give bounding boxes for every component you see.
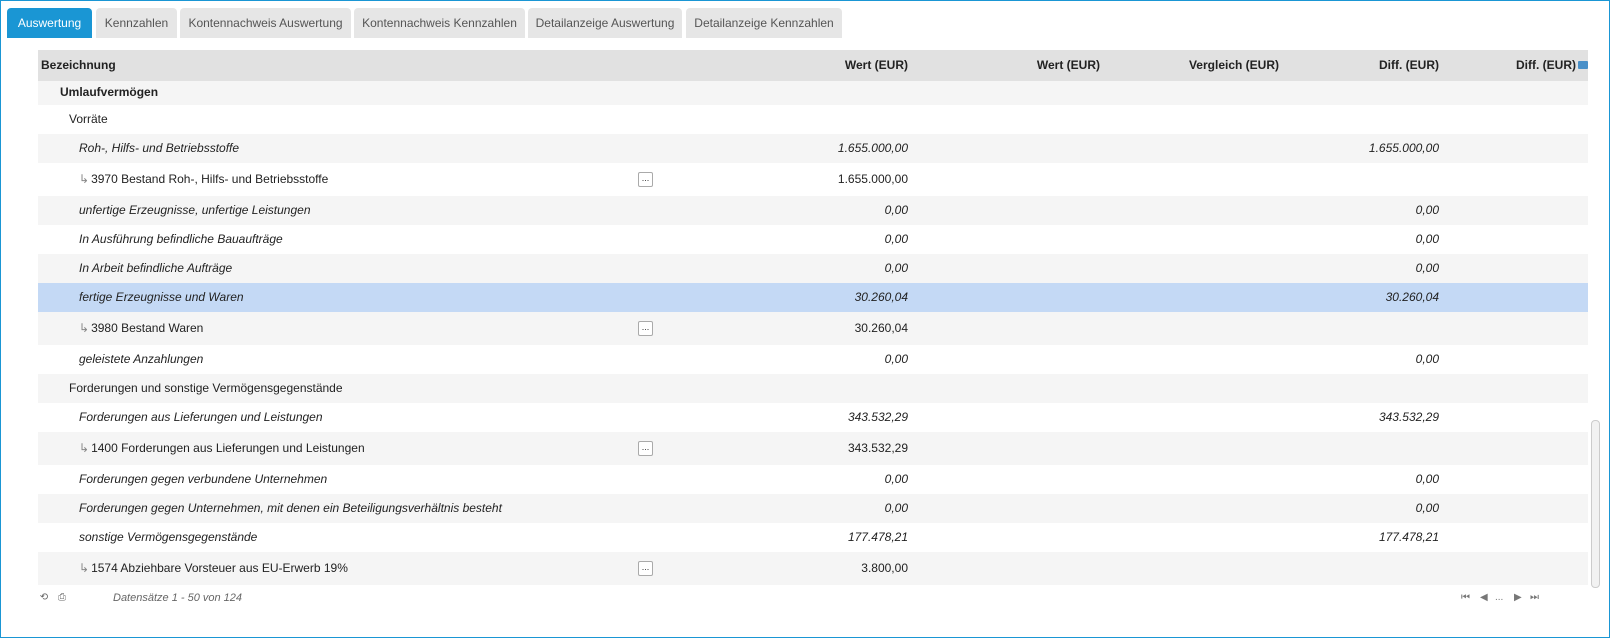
tab-auswertung[interactable]: Auswertung — [7, 8, 92, 38]
row-label: Vorräte — [69, 112, 108, 126]
row-diff: 177.478,21 — [1378, 530, 1439, 544]
indent-arrow-icon: ↳ — [79, 561, 90, 575]
row-value: 343.532,29 — [847, 410, 908, 424]
row-value: 1.655.000,00 — [837, 172, 908, 186]
row-value: 30.260,04 — [854, 290, 908, 304]
row-value: 1.655.000,00 — [837, 141, 908, 155]
detail-button[interactable]: ... — [638, 560, 653, 576]
scrollbar-thumb[interactable] — [1591, 420, 1600, 588]
row-value: 177.478,21 — [847, 530, 908, 544]
row-label: Forderungen aus Lieferungen und Leistung… — [79, 410, 323, 424]
table-row[interactable]: Roh-, Hilfs- und Betriebsstoffe 1.655.00… — [38, 134, 1588, 163]
row-label: unfertige Erzeugnisse, unfertige Leistun… — [79, 203, 311, 217]
row-diff: 30.260,04 — [1385, 290, 1439, 304]
column-header-vergleich[interactable]: Vergleich (EUR) — [1189, 50, 1279, 81]
row-value: 0,00 — [884, 261, 908, 275]
column-header-diff-2[interactable]: Diff. (EUR) — [1516, 50, 1576, 81]
row-value: 0,00 — [884, 501, 908, 515]
row-label: 3970 Bestand Roh-, Hilfs- und Betriebsst… — [91, 172, 329, 186]
data-grid: Bezeichnung Wert (EUR) Wert (EUR) Vergle… — [38, 50, 1588, 585]
row-diff: 0,00 — [1415, 261, 1439, 275]
row-diff: 0,00 — [1415, 352, 1439, 366]
row-label: fertige Erzeugnisse und Waren — [79, 290, 244, 304]
row-value: 343.532,29 — [847, 441, 908, 455]
indent-arrow-icon: ↳ — [79, 441, 90, 455]
column-header-bezeichnung[interactable]: Bezeichnung — [41, 50, 116, 81]
row-diff: 343.532,29 — [1378, 410, 1439, 424]
row-label: In Ausführung befindliche Bauaufträge — [79, 232, 283, 246]
previous-page-icon[interactable]: ◀ — [1480, 592, 1488, 603]
pager-ellipsis: ... — [1495, 592, 1504, 603]
row-value: 30.260,04 — [854, 321, 908, 335]
print-icon[interactable]: ⎙ — [57, 593, 67, 603]
table-row[interactable]: Umlaufvermögen — [38, 81, 1588, 105]
table-row[interactable]: Vorräte — [38, 105, 1588, 134]
table-row[interactable]: In Ausführung befindliche Bauaufträge 0,… — [38, 225, 1588, 254]
row-diff: 1.655.000,00 — [1368, 141, 1439, 155]
table-row[interactable]: Forderungen aus Lieferungen und Leistung… — [38, 403, 1588, 432]
account-label: ↳ 3970 Bestand Roh-, Hilfs- und Betriebss… — [79, 163, 328, 196]
detail-button[interactable]: ... — [638, 171, 653, 187]
tab-detailanzeige-auswertung[interactable]: Detailanzeige Auswertung — [528, 8, 682, 38]
row-diff: 0,00 — [1415, 472, 1439, 486]
account-label: ↳ 3980 Bestand Waren — [79, 312, 203, 345]
row-value: 0,00 — [884, 232, 908, 246]
vertical-scrollbar[interactable] — [1590, 82, 1600, 588]
row-diff: 0,00 — [1415, 203, 1439, 217]
row-label: geleistete Anzahlungen — [79, 352, 204, 366]
records-count: Datensätze 1 - 50 von 124 — [113, 592, 243, 604]
table-row[interactable]: In Arbeit befindliche Aufträge 0,00 0,00 — [38, 254, 1588, 283]
row-label: 1574 Abziehbare Vorsteuer aus EU-Erwerb … — [91, 561, 348, 575]
row-value: 0,00 — [884, 352, 908, 366]
account-label: ↳ 1400 Forderungen aus Lieferungen und Le… — [79, 432, 365, 465]
column-header-wert-2[interactable]: Wert (EUR) — [1037, 50, 1100, 81]
column-chooser-icon[interactable] — [1578, 61, 1588, 69]
row-value: 3.800,00 — [861, 561, 908, 575]
tab-kontennachweis-kennzahlen[interactable]: Kontennachweis Kennzahlen — [354, 8, 525, 38]
tab-detailanzeige-kennzahlen[interactable]: Detailanzeige Kennzahlen — [686, 8, 842, 38]
grid-header: Bezeichnung Wert (EUR) Wert (EUR) Vergle… — [38, 50, 1588, 81]
row-label: Forderungen gegen verbundene Unternehmen — [79, 472, 328, 486]
grid-footer: ⟲ ⎙ Datensätze 1 - 50 von 124 ⏮ ◀ ... ▶ … — [1, 589, 1610, 609]
refresh-icon[interactable]: ⟲ — [39, 593, 49, 603]
table-row[interactable]: ↳ 3970 Bestand Roh-, Hilfs- und Betriebss… — [38, 163, 1588, 196]
detail-button[interactable]: ... — [638, 440, 653, 456]
indent-arrow-icon: ↳ — [79, 321, 90, 335]
table-row[interactable]: ↳ 3980 Bestand Waren ... 30.260,04 — [38, 312, 1588, 345]
row-value: 0,00 — [884, 472, 908, 486]
table-row[interactable]: Forderungen gegen Unternehmen, mit denen… — [38, 494, 1588, 523]
detail-button[interactable]: ... — [638, 320, 653, 336]
row-label: Roh-, Hilfs- und Betriebsstoffe — [79, 141, 240, 155]
column-header-wert[interactable]: Wert (EUR) — [845, 50, 908, 81]
next-page-icon[interactable]: ▶ — [1514, 592, 1522, 603]
table-row[interactable]: Forderungen gegen verbundene Unternehmen… — [38, 465, 1588, 494]
table-row[interactable]: geleistete Anzahlungen 0,00 0,00 — [38, 345, 1588, 374]
account-label: ↳ 1574 Abziehbare Vorsteuer aus EU-Erwerb… — [79, 552, 348, 585]
last-page-icon[interactable]: ⏭ — [1530, 592, 1539, 603]
column-header-diff[interactable]: Diff. (EUR) — [1379, 50, 1439, 81]
row-label: sonstige Vermögensgegenstände — [79, 530, 258, 544]
row-value: 0,00 — [884, 203, 908, 217]
table-row[interactable]: ↳ 1400 Forderungen aus Lieferungen und Le… — [38, 432, 1588, 465]
table-row[interactable]: sonstige Vermögensgegenstände 177.478,21… — [38, 523, 1588, 552]
row-diff: 0,00 — [1415, 501, 1439, 515]
row-label: In Arbeit befindliche Aufträge — [79, 261, 233, 275]
table-row[interactable]: Forderungen und sonstige Vermögensgegens… — [38, 374, 1588, 403]
first-page-icon[interactable]: ⏮ — [1461, 592, 1470, 603]
row-label: Forderungen und sonstige Vermögensgegens… — [69, 381, 343, 395]
row-label: 3980 Bestand Waren — [91, 321, 204, 335]
app-frame: Auswertung Kennzahlen Kontennachweis Aus… — [0, 0, 1610, 638]
tab-kontennachweis-auswertung[interactable]: Kontennachweis Auswertung — [180, 8, 351, 38]
indent-arrow-icon: ↳ — [79, 172, 90, 186]
table-row[interactable]: ↳ 1574 Abziehbare Vorsteuer aus EU-Erwerb… — [38, 552, 1588, 585]
row-label: Forderungen gegen Unternehmen, mit denen… — [79, 501, 502, 515]
table-row-selected[interactable]: fertige Erzeugnisse und Waren 30.260,04 … — [38, 283, 1588, 312]
tab-kennzahlen[interactable]: Kennzahlen — [96, 8, 177, 38]
row-diff: 0,00 — [1415, 232, 1439, 246]
table-row[interactable]: unfertige Erzeugnisse, unfertige Leistun… — [38, 196, 1588, 225]
row-label: 1400 Forderungen aus Lieferungen und Lei… — [91, 441, 365, 455]
row-label: Umlaufvermögen — [60, 85, 159, 99]
